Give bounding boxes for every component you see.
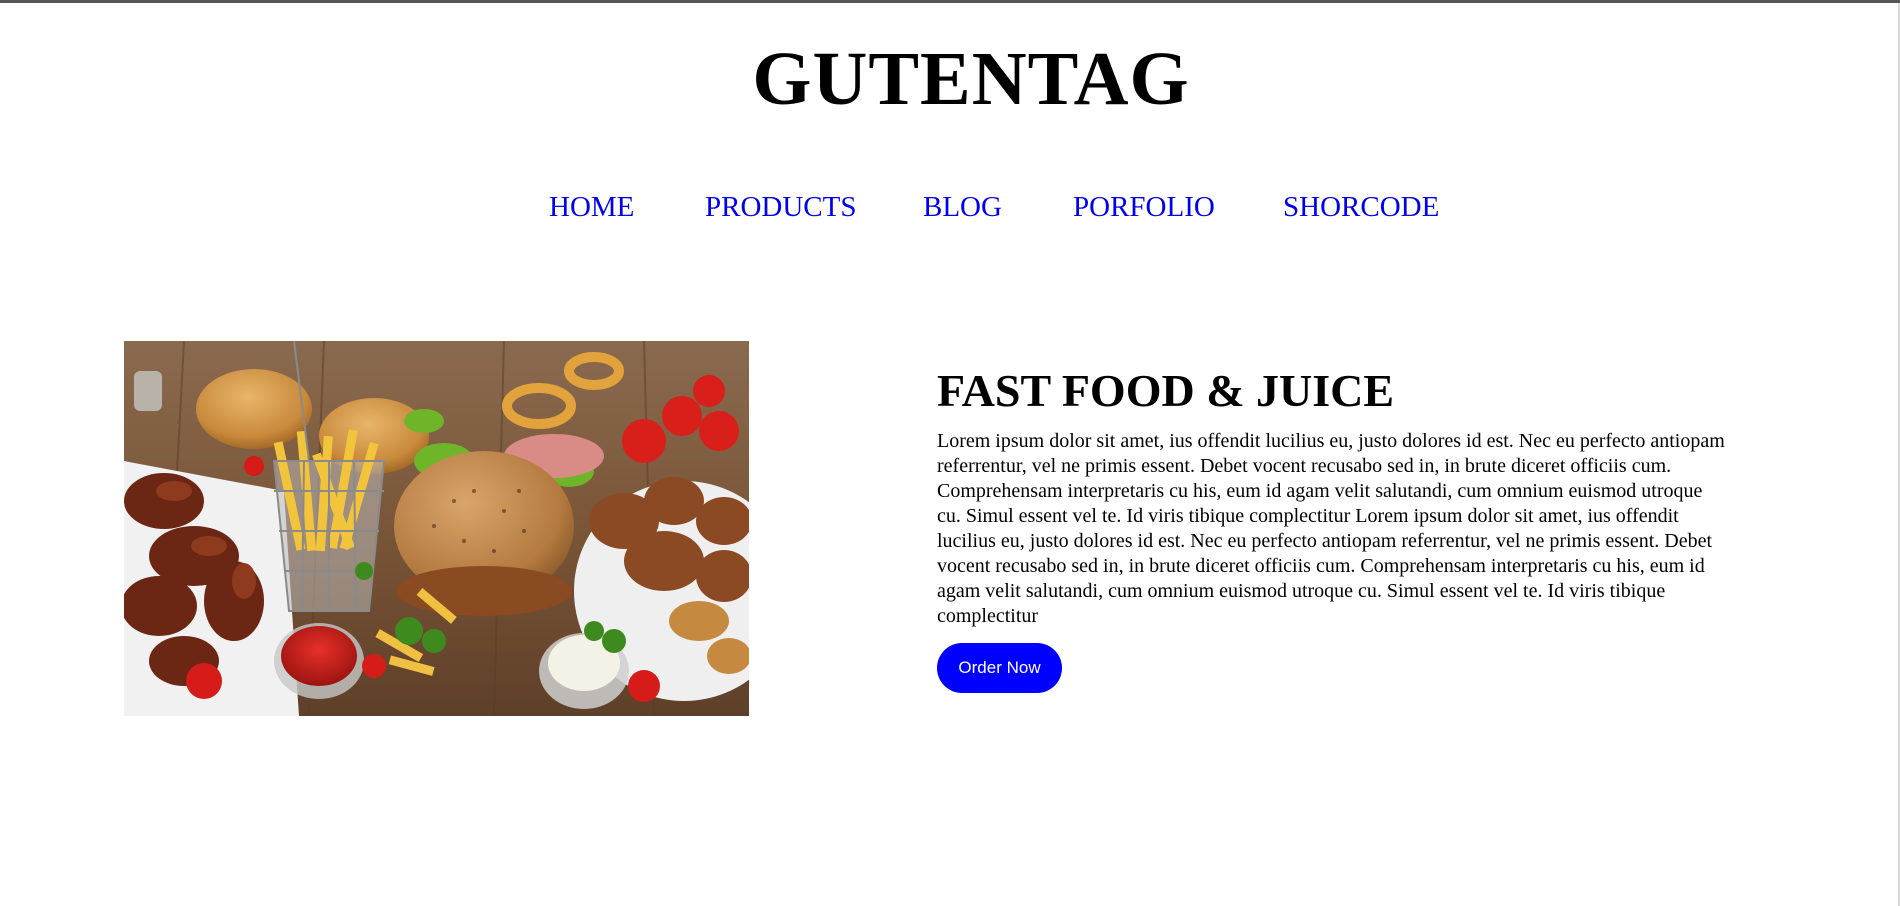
order-now-button[interactable]: Order Now: [937, 643, 1062, 693]
hero-body-text: Lorem ipsum dolor sit amet, ius offendit…: [937, 430, 1725, 627]
site-title: GUTENTAG: [752, 37, 1190, 121]
hero-heading: FAST FOOD & JUICE: [937, 365, 1395, 416]
nav-link-products[interactable]: PRODUCTS: [705, 187, 857, 227]
nav-link-blog[interactable]: BLOG: [923, 187, 1002, 227]
hero-content: FAST FOOD & JUICE Lorem ipsum dolor sit …: [937, 365, 1727, 693]
window-top-border: [0, 0, 1900, 3]
nav-link-home[interactable]: HOME: [549, 187, 634, 227]
main-nav: HOME PRODUCTS BLOG PORFOLIO SHORCODE: [0, 187, 1900, 227]
nav-link-portfolio[interactable]: PORFOLIO: [1073, 187, 1215, 227]
nav-link-shortcode[interactable]: SHORCODE: [1283, 187, 1439, 227]
hero-food-image: [124, 341, 749, 716]
